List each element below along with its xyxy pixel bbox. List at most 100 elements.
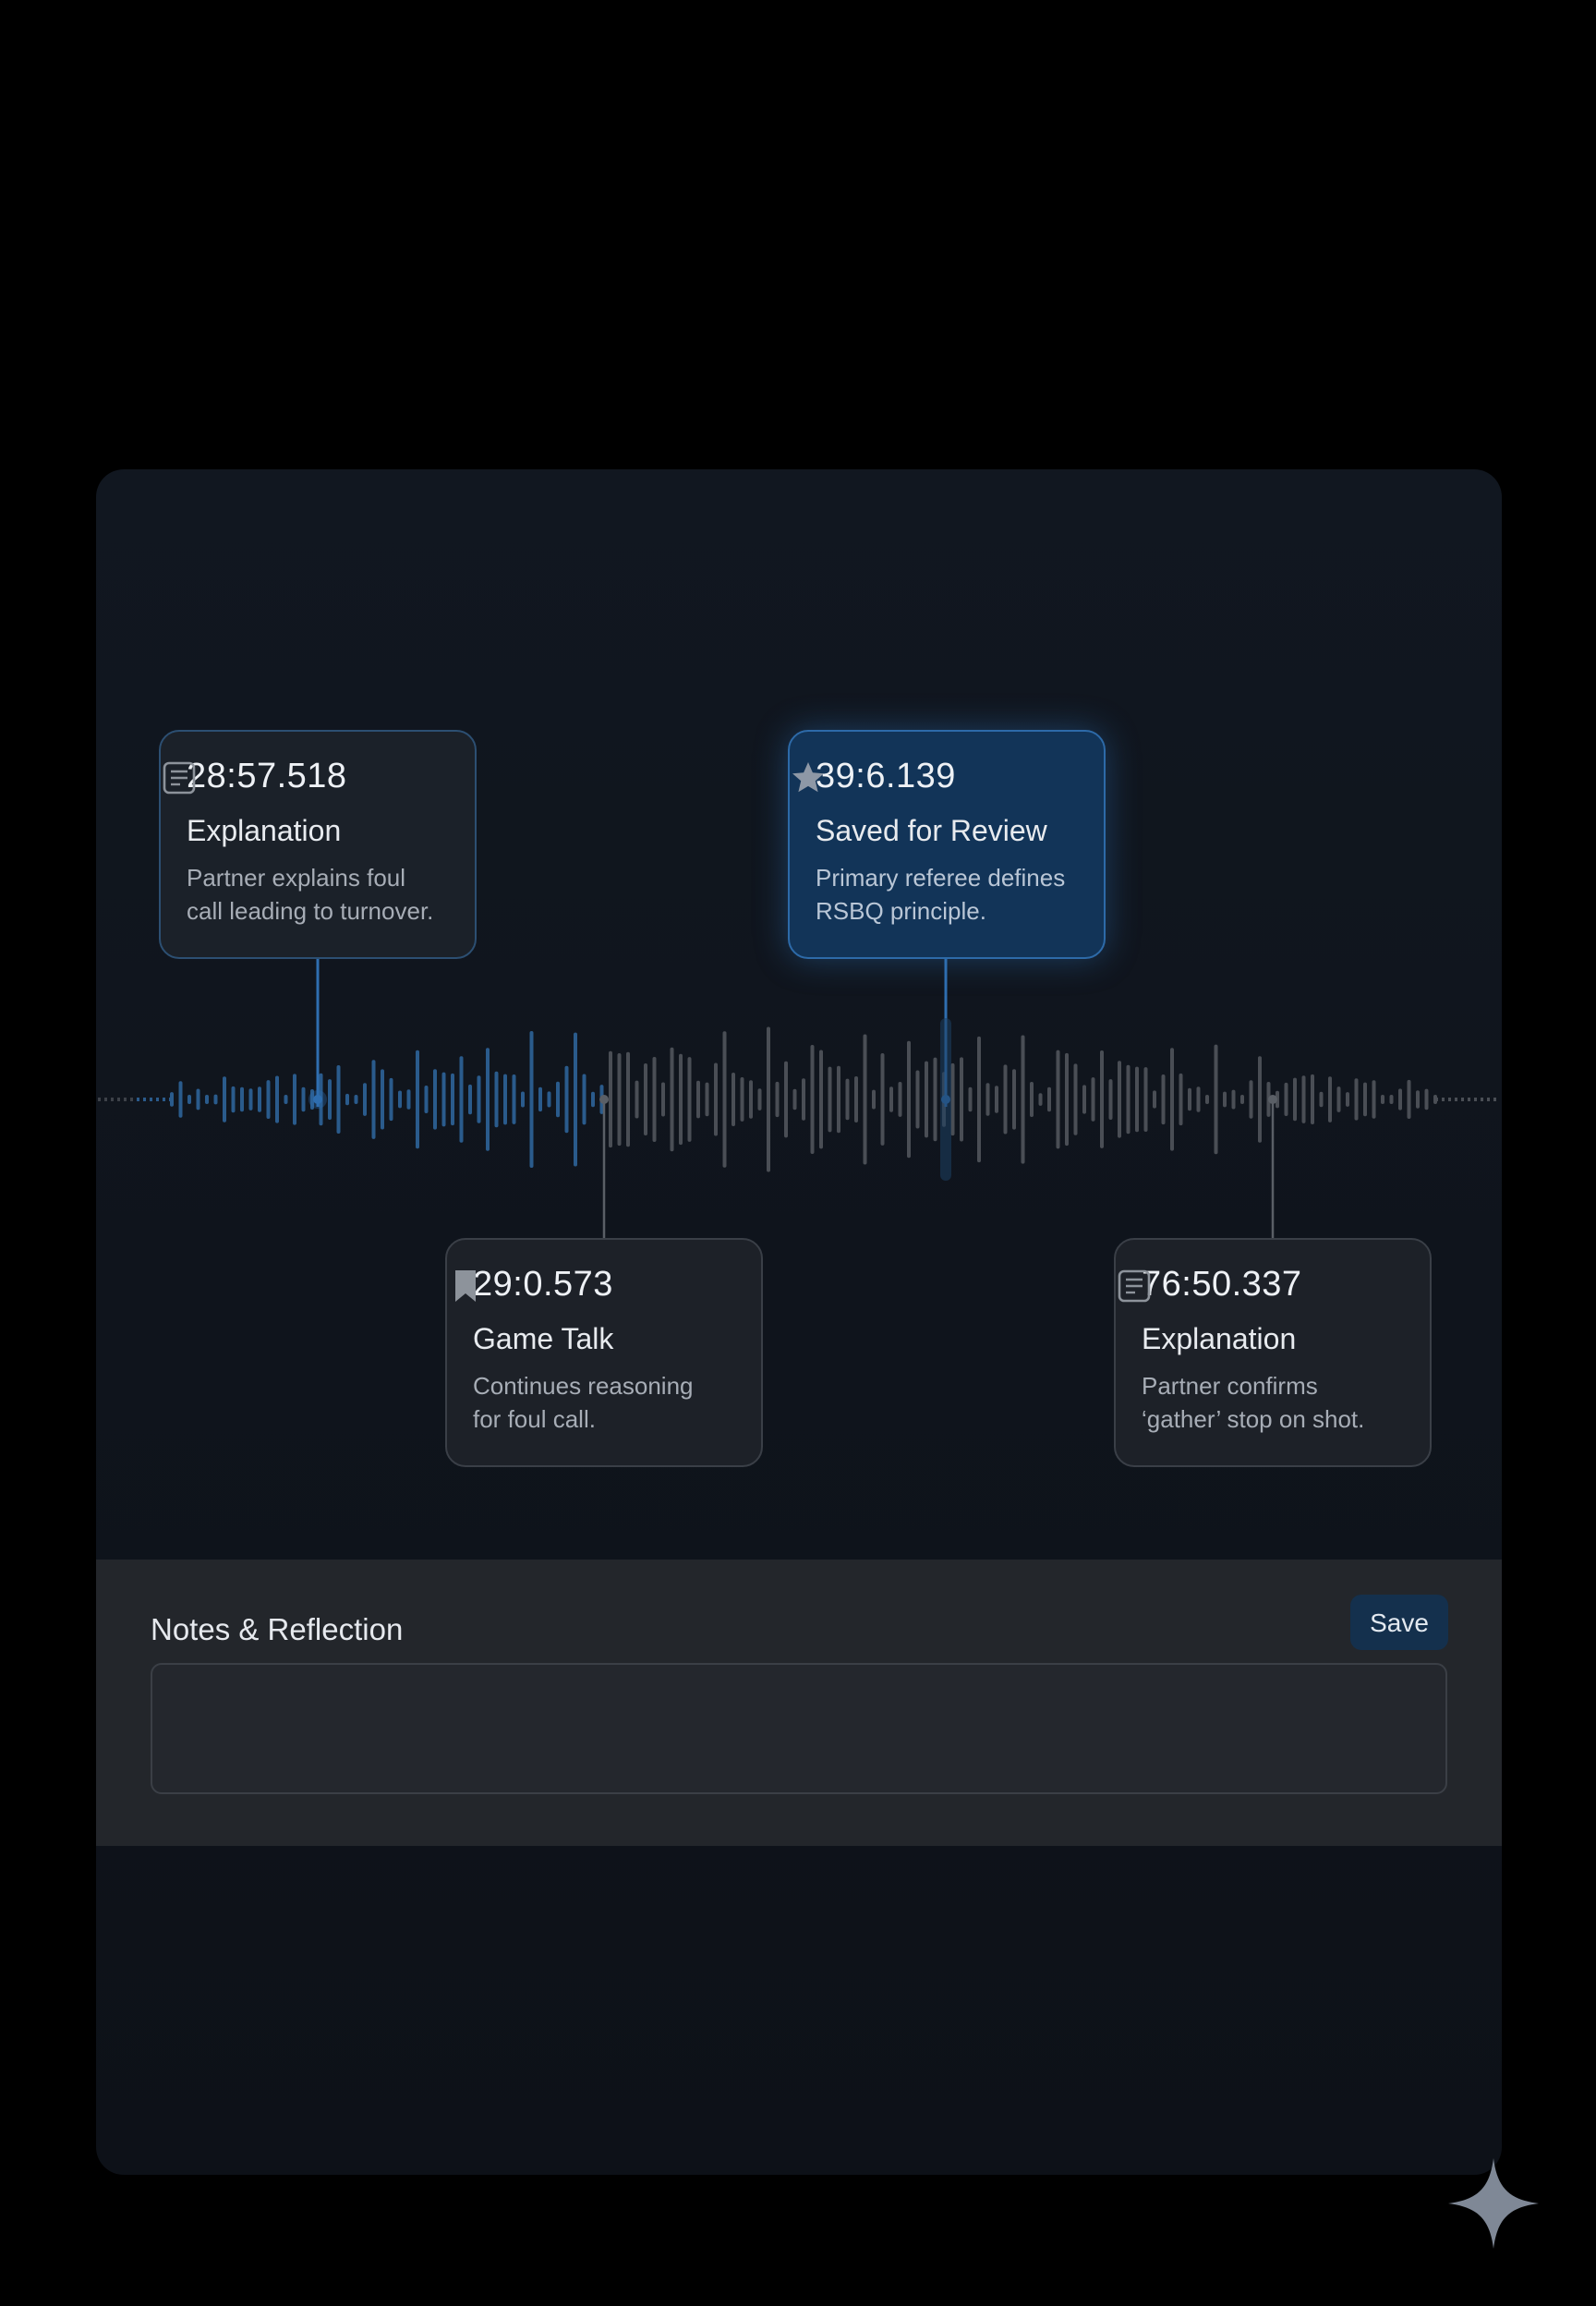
waveform-bar (872, 1089, 876, 1110)
marker-card[interactable]: 28:57.518 Explanation Partner explains f… (159, 730, 477, 959)
waveform-bar (1284, 1082, 1288, 1116)
waveform-bar (933, 1057, 937, 1142)
waveform-bar (1346, 1092, 1349, 1107)
waveform-bar (301, 1086, 306, 1112)
waveform-bar (767, 1026, 770, 1172)
marker-card-active[interactable]: 39:6.139 Saved for Review Primary refere… (788, 730, 1106, 959)
waveform-bar (529, 1031, 534, 1168)
marker-description: Continues reasoning for foul call. (473, 1369, 735, 1436)
waveform-bar (363, 1083, 367, 1116)
waveform-bar (205, 1095, 209, 1104)
waveform-bar (1223, 1091, 1227, 1108)
waveform-bar (441, 1072, 446, 1127)
marker-card[interactable]: 29:0.573 Game Talk Continues reasoning f… (445, 1238, 763, 1467)
waveform-bar (1240, 1095, 1244, 1104)
waveform-bar (1328, 1076, 1332, 1123)
audio-timeline[interactable]: 28:57.518 Explanation Partner explains f… (96, 469, 1502, 1560)
notes-title: Notes & Reflection (151, 1612, 404, 1646)
waveform-bar (617, 1053, 622, 1147)
marker-description-line: Partner confirms (1142, 1372, 1318, 1400)
waveform-bar (406, 1089, 411, 1110)
waveform-bar (661, 1082, 665, 1117)
waveform-bar (231, 1086, 236, 1113)
marker-description-line: Partner explains foul (187, 864, 406, 892)
waveform-bar (477, 1075, 481, 1123)
marker-category: Saved for Review (816, 814, 1047, 847)
waveform-bar (626, 1051, 630, 1147)
waveform-bar (854, 1076, 858, 1123)
save-button[interactable]: Save (1350, 1595, 1448, 1650)
waveform-bar (1003, 1064, 1008, 1135)
waveform-bar (1336, 1086, 1341, 1112)
waveform-bar (925, 1061, 928, 1138)
note-icon[interactable] (161, 759, 198, 796)
waveform-bar (1153, 1090, 1156, 1109)
marker-dot[interactable] (1268, 1095, 1277, 1104)
waveform-bar (1021, 1035, 1025, 1164)
waveform-bar (354, 1095, 358, 1104)
waveform-bar (732, 1073, 735, 1126)
waveform-bar (328, 1079, 332, 1120)
waveform-bar (538, 1086, 542, 1112)
marker-timestamp: 39:6.139 (816, 757, 956, 795)
waveform-bar (792, 1088, 797, 1111)
waveform-bar (178, 1081, 183, 1118)
waveform-bar (591, 1091, 595, 1108)
waveform-bar (459, 1056, 464, 1143)
marker-timestamp: 29:0.573 (473, 1265, 613, 1304)
waveform-bar (740, 1077, 744, 1122)
notes-input[interactable] (151, 1663, 1447, 1794)
marker-description: Partner confirms ‘gather’ stop on shot. (1142, 1369, 1404, 1436)
bookmark-icon[interactable] (447, 1268, 484, 1305)
waveform-bar (679, 1053, 683, 1146)
waveform-bar (1258, 1056, 1262, 1143)
waveform-bar (1012, 1069, 1016, 1130)
marker-dot[interactable] (599, 1095, 609, 1104)
waveform-bar (433, 1069, 437, 1130)
waveform-bar (1196, 1086, 1201, 1112)
waveform-bar (968, 1086, 973, 1112)
waveform-bar (1108, 1079, 1113, 1120)
waveform-bar (950, 1062, 955, 1136)
waveform-bar (1214, 1044, 1218, 1155)
waveform-bar (802, 1078, 805, 1121)
waveform-bar (1161, 1074, 1166, 1125)
waveform-bar (1231, 1089, 1236, 1110)
waveform-bar (775, 1081, 780, 1118)
sparkle-icon (1448, 2158, 1539, 2249)
waveform-bar (977, 1036, 981, 1163)
waveform-bar (293, 1074, 296, 1125)
waveform-bar (503, 1074, 507, 1125)
waveform-bar (722, 1031, 727, 1168)
waveform-bar (424, 1086, 429, 1113)
waveform-bar (574, 1032, 577, 1167)
notes-section: Notes & Reflection Save (96, 1560, 1502, 1846)
marker-card[interactable]: 76:50.337 Explanation Partner confirms ‘… (1114, 1238, 1432, 1467)
waveform-bar (1398, 1088, 1402, 1111)
waveform-bar (547, 1091, 551, 1108)
waveform-bar (784, 1061, 788, 1138)
waveform-bar (863, 1034, 867, 1165)
waveform-bar (196, 1088, 200, 1111)
marker-category: Explanation (1142, 1322, 1297, 1355)
waveform-bar (556, 1081, 560, 1118)
waveform-bar (1135, 1066, 1139, 1133)
waveform-bar (1407, 1079, 1411, 1119)
waveform-bar (635, 1080, 639, 1119)
waveform-bar (1038, 1093, 1043, 1106)
waveform-bar (275, 1075, 279, 1123)
waveform-bar (451, 1073, 454, 1126)
waveform-bar (1389, 1095, 1394, 1104)
waveform-bar (1143, 1067, 1148, 1132)
waveform-bar (468, 1084, 472, 1115)
waveform-bar (1073, 1063, 1078, 1135)
marker-description: Primary referee defines RSBQ principle. (816, 861, 1078, 928)
marker-timestamp: 28:57.518 (187, 757, 347, 795)
waveform-bar (1424, 1088, 1429, 1111)
waveform-bar (1311, 1074, 1314, 1124)
waveform-bar (1416, 1090, 1420, 1109)
waveform-bar (1372, 1080, 1376, 1119)
star-icon[interactable] (790, 759, 827, 796)
note-icon[interactable] (1116, 1268, 1153, 1305)
waveform-bar (1354, 1078, 1359, 1121)
